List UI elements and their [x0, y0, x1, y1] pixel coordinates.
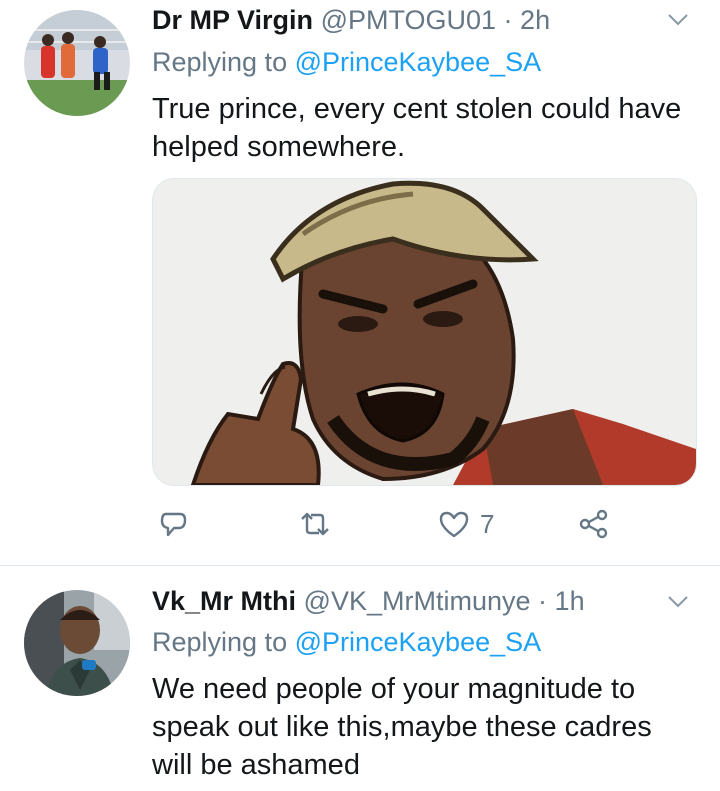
timestamp[interactable]: 1h — [555, 586, 585, 616]
tweet-text-line: True prince, every cent stolen could hav… — [152, 93, 682, 125]
tweet-text: We need people of your magnitude to spea… — [152, 670, 702, 784]
user-handle[interactable]: @PMTOGU01 — [321, 5, 496, 35]
tweet-header: Dr MP Virgin @PMTOGU01 · 2h — [152, 2, 550, 38]
like-count: 7 — [480, 508, 495, 539]
separator: · — [503, 5, 513, 35]
timestamp[interactable]: 2h — [520, 5, 550, 35]
mention-link[interactable]: @PrinceKaybee_SA — [295, 47, 542, 77]
tweet-text-line: will be ashamed — [152, 749, 360, 781]
tweet[interactable]: Vk_Mr Mthi @VK_MrMtimunye · 1h Replying … — [0, 566, 720, 791]
avatar[interactable] — [24, 590, 130, 696]
tweet[interactable]: Dr MP Virgin @PMTOGU01 · 2h Replying to … — [0, 0, 720, 565]
separator: · — [538, 586, 548, 616]
chevron-down-icon[interactable] — [666, 590, 690, 614]
reply-button[interactable] — [158, 500, 188, 548]
replying-to: Replying to @PrinceKaybee_SA — [152, 44, 541, 80]
like-button[interactable]: 7 — [438, 500, 494, 548]
user-handle[interactable]: @VK_MrMtimunye — [304, 586, 531, 616]
meme-illustration — [153, 179, 696, 485]
avatar-image — [24, 10, 130, 116]
tweet-header: Vk_Mr Mthi @VK_MrMtimunye · 1h — [152, 583, 585, 619]
replying-to: Replying to @PrinceKaybee_SA — [152, 624, 541, 660]
tweet-text: True prince, every cent stolen could hav… — [152, 90, 702, 166]
retweet-icon — [301, 512, 329, 536]
share-button[interactable] — [578, 500, 610, 548]
replying-prefix: Replying to — [152, 627, 295, 657]
mention-link[interactable]: @PrinceKaybee_SA — [295, 627, 542, 657]
replying-prefix: Replying to — [152, 47, 295, 77]
chevron-down-icon[interactable] — [666, 8, 690, 32]
avatar-image — [24, 590, 130, 696]
tweet-text-line: We need people of your magnitude to — [152, 673, 636, 705]
reply-icon — [160, 512, 187, 537]
tweet-text-line: speak out like this,maybe these cadres — [152, 711, 652, 743]
tweet-media-image[interactable] — [152, 178, 697, 486]
display-name[interactable]: Dr MP Virgin — [152, 5, 313, 35]
tweet-text-line: helped somewhere. — [152, 131, 406, 163]
avatar[interactable] — [24, 10, 130, 116]
retweet-button[interactable] — [298, 500, 332, 548]
share-icon — [579, 509, 608, 539]
like-icon — [439, 511, 469, 538]
tweet-actions: 7 — [152, 500, 672, 548]
display-name[interactable]: Vk_Mr Mthi — [152, 586, 296, 616]
